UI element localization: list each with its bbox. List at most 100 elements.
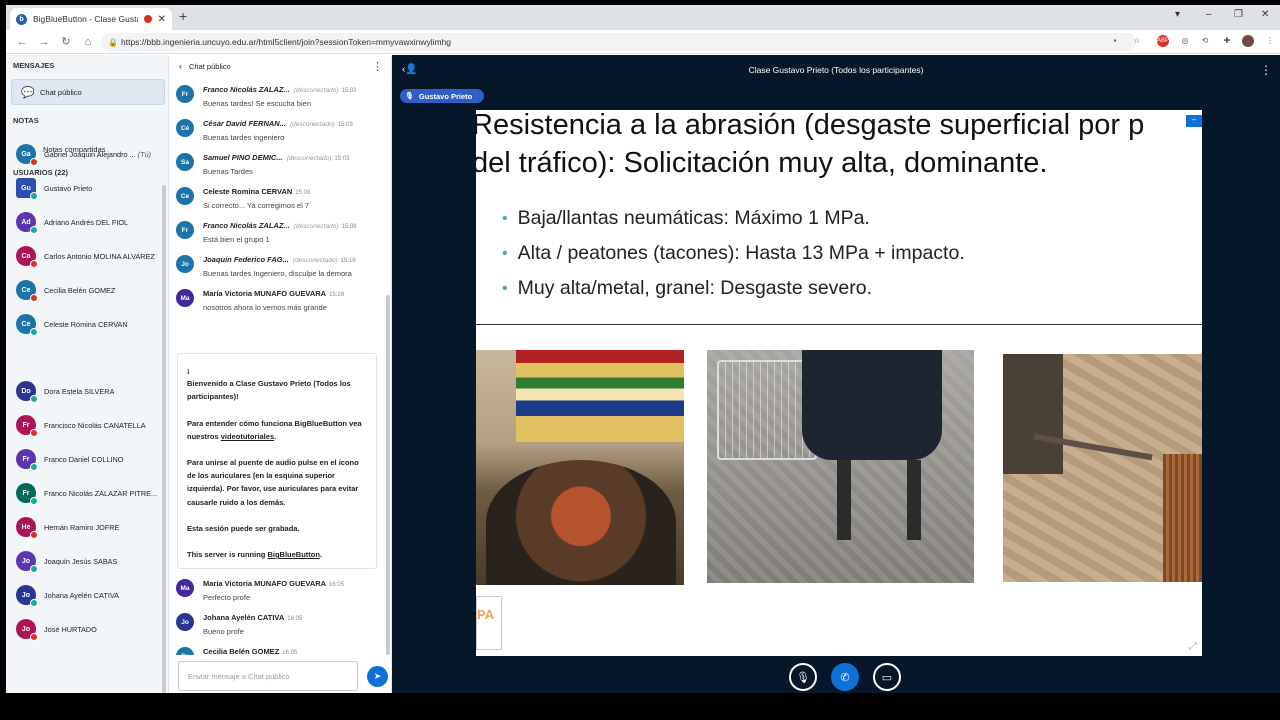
extension-icon[interactable]: ◎	[1179, 35, 1191, 47]
avatar-initials: Sa	[181, 158, 189, 166]
camera-icon[interactable]: ▪	[1109, 35, 1121, 47]
minimize-presentation-button[interactable]: –	[1186, 115, 1202, 127]
avatar-initials: Ce	[21, 286, 31, 294]
close-tab-icon[interactable]: ✕	[158, 14, 166, 25]
user-list-item[interactable]: Jo Joaquín Jesús SABAS	[16, 549, 166, 573]
url-field[interactable]: 🔒 https://bbb.ingenieria.uncuyo.edu.ar/h…	[101, 33, 1136, 51]
chat-message: Fr Franco Nicolás ZALAZ... (desconectado) 1…	[176, 85, 384, 108]
message-time: 15:28	[329, 292, 345, 298]
user-name-text: Joaquín Jesús SABAS	[44, 556, 118, 566]
avatar: Cé	[176, 119, 194, 137]
chat-scrollbar[interactable]	[386, 295, 390, 655]
minimize-button[interactable]: –	[1206, 9, 1212, 20]
public-chat-item[interactable]: 💬 Chat público	[11, 79, 165, 105]
message-time: 15:03	[334, 156, 350, 162]
videotutorials-link[interactable]: videotutoriales	[221, 432, 274, 441]
user-name: José HURTADO	[44, 625, 97, 634]
user-list-item[interactable]: Do Dora Estela SILVERA	[16, 379, 166, 403]
chat-header[interactable]: ‹ Chat público ⋮	[169, 55, 392, 77]
message-header: Cecilia Belén GOMEZ 16:05	[203, 647, 383, 655]
browser-menu-icon[interactable]: ⋮	[1264, 35, 1276, 47]
back-icon[interactable]: ←	[16, 36, 28, 48]
options-menu-icon[interactable]: ⋮	[1260, 63, 1272, 77]
reload-icon[interactable]: ↻	[60, 35, 72, 48]
chevron-left-icon[interactable]: ‹	[179, 61, 182, 71]
user-name: Adriano Andrés DEL FIOL	[44, 218, 128, 227]
user-list-item[interactable]: Jo José HURTADO	[16, 617, 166, 641]
disconnected-label: (desconectado)	[286, 155, 332, 162]
avatar: Jo	[16, 551, 38, 573]
avatar-initials: Jo	[181, 618, 189, 626]
close-window-button[interactable]: ✕	[1261, 9, 1269, 20]
chat-message: Sa Samuel PINO DEMIC... (desconectado) 15:0…	[176, 153, 384, 176]
sender-name: Franco Nicolás ZALAZ...	[203, 221, 290, 230]
avatar-initials: Ca	[21, 252, 31, 260]
user-list-item[interactable]: Ce Cecilia Belén GOMEZ	[16, 278, 166, 302]
message-header: Franco Nicolás ZALAZ... (desconectado) 15:…	[203, 85, 383, 94]
leave-audio-button[interactable]: ✆	[831, 663, 859, 691]
avatar: Jo	[176, 613, 194, 631]
user-name-text: Franco Daniel COLLINO	[44, 454, 124, 464]
user-name: Francisco Nicolás CANATELLA	[44, 421, 146, 430]
disconnected-label: (desconectado)	[293, 223, 339, 230]
profile-avatar-icon[interactable]	[1242, 35, 1254, 47]
user-list-item[interactable]: Fr Francisco Nicolás CANATELLA	[16, 413, 166, 437]
message-time: 15:03	[337, 122, 353, 128]
sender-name: Samuel PINO DEMIC...	[203, 153, 283, 162]
home-icon[interactable]: ⌂	[82, 36, 94, 48]
chat-message: Jo Joaquín Federico FAG... (desconectado) 1…	[176, 255, 384, 278]
user-list-item[interactable]: Ga Gabriel Joaquin Alejandro ... (Tú)	[16, 142, 166, 166]
browser-tab[interactable]: b BigBlueButton - Clase Gustavo ✕	[10, 8, 172, 30]
adblock-extension-icon[interactable]: ABP	[1157, 35, 1169, 47]
message-text: Está bien el grupo 1	[203, 235, 270, 244]
chat-message: Ma María Victoria MUNAFO GUEVARA 15:28 noso…	[176, 289, 384, 312]
phone-icon: ✆	[840, 671, 850, 684]
forward-icon[interactable]: →	[38, 36, 50, 48]
message-header: Franco Nicolás ZALAZ... (desconectado) 15:…	[203, 221, 383, 230]
message-time: 16:05	[287, 616, 303, 622]
user-list-item[interactable]: Jo Johana Ayelén CATIVA	[16, 583, 166, 607]
microphone-icon: 🎙	[405, 93, 414, 100]
new-tab-button[interactable]: +	[179, 8, 187, 24]
camera-off-icon: ▭	[881, 671, 893, 684]
puzzle-extensions-icon[interactable]: ✚	[1221, 35, 1233, 47]
extension-icon[interactable]: ⟲	[1199, 35, 1211, 47]
user-list-item[interactable]: Ca Carlos Antonio MOLINA ALVAREZ	[16, 244, 166, 268]
user-list-item[interactable]: He Hernán Ramiro JOFRE	[16, 515, 166, 539]
slide-bullet: • Baja/llantas neumáticas: Máximo 1 MPa.	[502, 201, 965, 236]
restore-button[interactable]: ❐	[1234, 9, 1243, 20]
user-list-item[interactable]: Fr Franco Nicolás ZALAZAR PITRE...	[16, 481, 166, 505]
message-time: 15:08	[341, 224, 357, 230]
avatar-initials: Fr	[181, 90, 189, 98]
chat-message-input[interactable]: Enviar mensaje a Chat público	[178, 661, 358, 691]
bullet-text: Muy alta/metal, granel: Desgaste severo.	[517, 277, 873, 299]
message-header: César David FERNAN... (desconectado) 15:03	[203, 119, 383, 128]
bigbluebutton-link[interactable]: BigBlueButton	[267, 550, 320, 559]
avatar-initials: He	[21, 523, 31, 531]
bookmark-star-icon[interactable]: ☆	[1131, 35, 1143, 47]
user-list-item[interactable]: Ce Celeste Romina CERVAN	[16, 312, 166, 336]
fullscreen-icon[interactable]: ⤢	[1189, 641, 1197, 652]
chat-options-icon[interactable]: ⋮	[372, 60, 383, 73]
chat-title: Chat público	[189, 61, 231, 71]
chat-message: Fr Franco Nicolás ZALAZ... (desconectado) 1…	[176, 221, 384, 244]
avatar: Fr	[16, 483, 38, 505]
user-list-scrollbar[interactable]	[162, 185, 166, 693]
message-text: Si correcto... Ya corregimos el 7	[203, 201, 310, 210]
user-list-item[interactable]: Gu Gustavo Prieto	[16, 176, 166, 200]
audio-status-icon	[30, 429, 38, 437]
share-webcam-button[interactable]: ▭	[873, 663, 901, 691]
mute-microphone-button[interactable]: 🎙	[789, 663, 817, 691]
profile-menu-icon[interactable]: ▾	[1175, 9, 1180, 20]
avatar: Jo	[16, 619, 38, 641]
bullet-icon: •	[502, 244, 508, 262]
user-list-item[interactable]: Ad Adriano Andrés DEL FIOL	[16, 210, 166, 234]
audio-status-icon	[30, 531, 38, 539]
user-name-text: Carlos Antonio MOLINA ALVAREZ	[44, 251, 155, 261]
welcome-tutorial-text: Para entender cómo funciona BigBlueButto…	[187, 417, 367, 443]
send-message-button[interactable]: ➤	[367, 666, 388, 687]
user-name: Dora Estela SILVERA	[44, 387, 114, 396]
logo-fragment: PA	[476, 596, 502, 650]
avatar: Gu	[16, 178, 38, 200]
user-list-item[interactable]: Fr Franco Daniel COLLINO	[16, 447, 166, 471]
